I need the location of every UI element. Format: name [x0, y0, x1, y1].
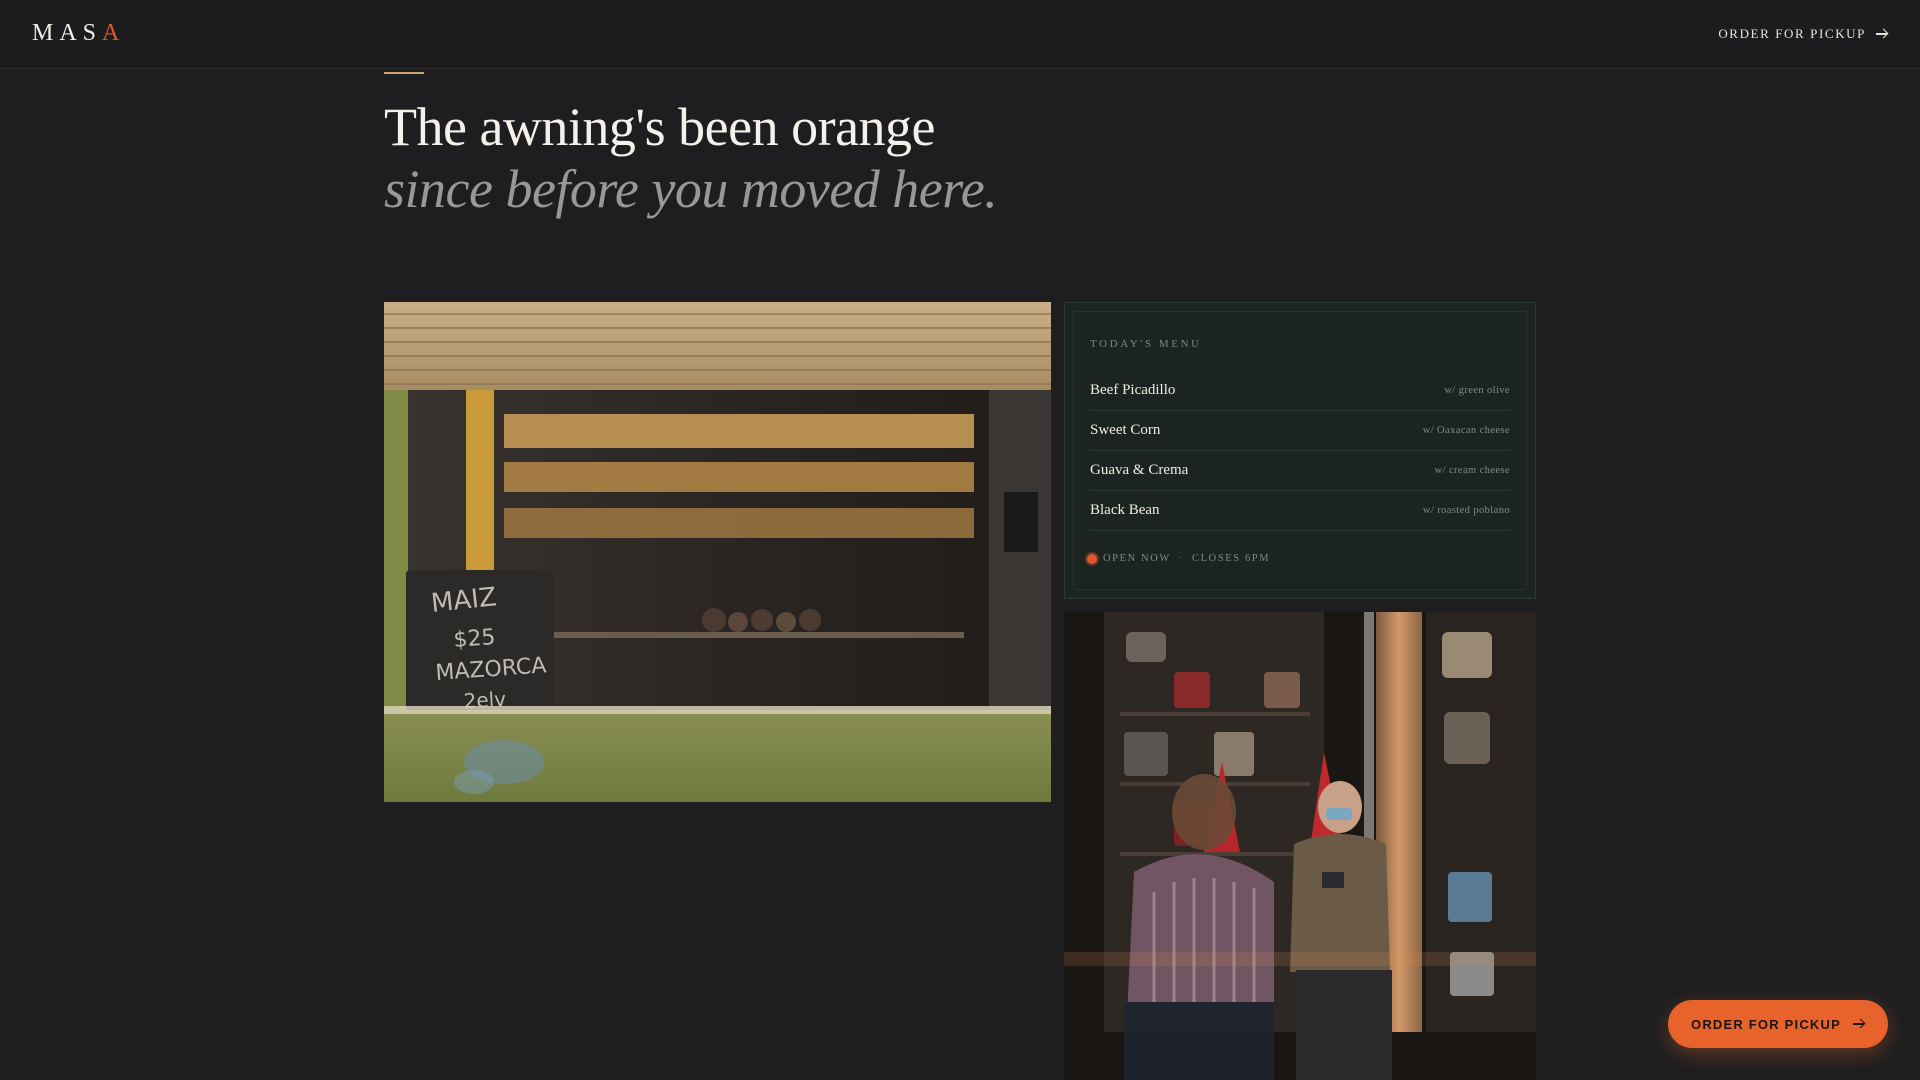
logo-text: MAS	[32, 20, 103, 46]
floating-cta-label: ORDER FOR PICKUP	[1691, 1016, 1841, 1032]
brand-logo[interactable]: MASA	[32, 20, 125, 47]
open-status: OPEN NOW · CLOSES 6PM	[1087, 553, 1270, 564]
floating-order-pickup-button[interactable]: ORDER FOR PICKUP	[1668, 1000, 1888, 1048]
todays-menu-card: TODAY'S MENU Beef Picadillo w/ green oli…	[1064, 302, 1536, 599]
menu-item-name: Guava & Crema	[1090, 462, 1189, 478]
sign-line-2: $25	[453, 625, 497, 653]
menu-item-note: w/ green olive	[1444, 385, 1510, 396]
logo-accent-letter: A	[102, 20, 126, 46]
arrow-right-icon	[1852, 1019, 1865, 1029]
site-header: MASA ORDER FOR PICKUP	[0, 0, 1920, 69]
menu-title: TODAY'S MENU	[1090, 338, 1202, 350]
arrow-right-icon	[1876, 29, 1888, 39]
storefront-window-illustration: MAIZ $25 MAZORCA 2elv	[384, 302, 1051, 802]
menu-item-note: w/ Oaxacan cheese	[1422, 425, 1510, 436]
menu-item: Black Bean w/ roasted poblano	[1090, 491, 1510, 531]
status-close-text: CLOSES 6PM	[1192, 553, 1271, 564]
open-status-dot-icon	[1087, 553, 1097, 564]
menu-item: Sweet Corn w/ Oaxacan cheese	[1090, 411, 1510, 451]
header-cta-label: ORDER FOR PICKUP	[1718, 26, 1866, 41]
hero-subline: since before you moved here.	[384, 159, 998, 219]
street-shop-photo	[1064, 612, 1536, 1080]
storefront-window-photo: MAIZ $25 MAZORCA 2elv	[384, 302, 1051, 802]
status-open-text: OPEN NOW	[1103, 553, 1171, 564]
menu-item: Beef Picadillo w/ green olive	[1090, 371, 1510, 411]
menu-item-name: Sweet Corn	[1090, 422, 1161, 438]
menu-item-note: w/ roasted poblano	[1422, 505, 1510, 516]
menu-item: Guava & Crema w/ cream cheese	[1090, 451, 1510, 491]
street-shop-illustration	[1064, 612, 1536, 1080]
menu-item-name: Beef Picadillo	[1090, 382, 1176, 398]
header-order-pickup-link[interactable]: ORDER FOR PICKUP	[1718, 26, 1888, 42]
menu-item-note: w/ cream cheese	[1434, 465, 1510, 476]
menu-list: Beef Picadillo w/ green olive Sweet Corn…	[1090, 371, 1510, 531]
status-separator: ·	[1178, 553, 1185, 564]
menu-item-name: Black Bean	[1090, 502, 1160, 518]
hero-accent-rule	[384, 72, 424, 74]
hero-headline: The awning's been orange	[384, 97, 936, 157]
